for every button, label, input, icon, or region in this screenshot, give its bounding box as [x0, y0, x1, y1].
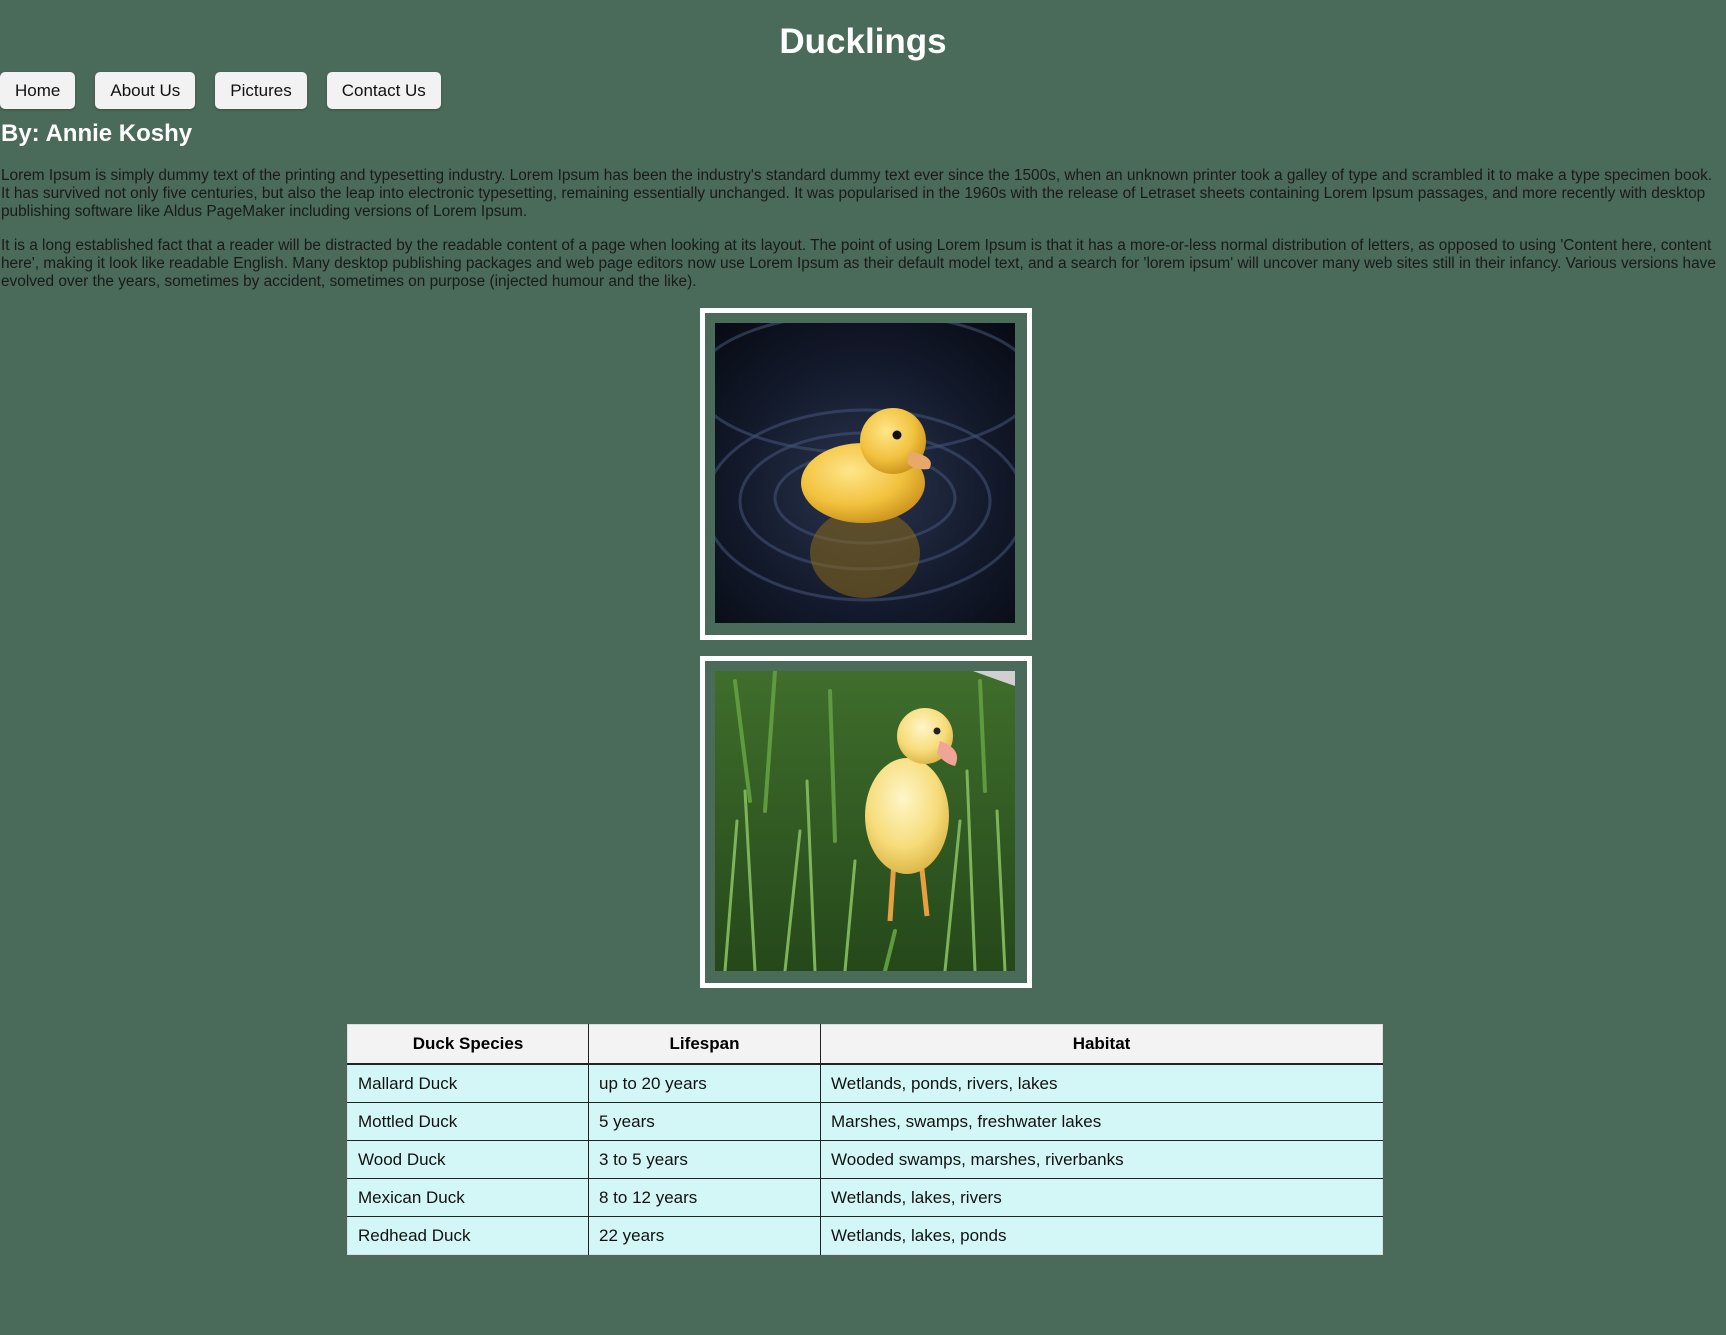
author-byline: By: Annie Koshy — [1, 120, 193, 147]
page-title: Ducklings — [779, 22, 947, 61]
swimming-duckling-image — [715, 323, 1015, 623]
cell-lifespan: 22 years — [588, 1216, 821, 1255]
cell-habitat: Wetlands, lakes, rivers — [820, 1178, 1383, 1217]
intro-paragraph: Lorem Ipsum is simply dummy text of the … — [1, 167, 1713, 221]
cell-lifespan: 8 to 12 years — [588, 1178, 821, 1217]
second-paragraph: It is a long established fact that a rea… — [1, 237, 1716, 291]
cell-species: Wood Duck — [347, 1140, 589, 1179]
header-habitat: Habitat — [820, 1024, 1383, 1065]
grass-duckling-photo — [715, 671, 1015, 971]
table-row: Mallard Duck up to 20 years Wetlands, po… — [347, 1064, 1383, 1103]
table-row: Mexican Duck 8 to 12 years Wetlands, lak… — [347, 1178, 1383, 1217]
swimming-duckling-photo — [715, 323, 1015, 623]
duck-species-table: Duck Species Lifespan Habitat Mallard Du… — [347, 1024, 1383, 1255]
cell-habitat: Wetlands, lakes, ponds — [820, 1216, 1383, 1255]
cell-species: Redhead Duck — [347, 1216, 589, 1255]
photo-frame-swimming-duckling — [700, 308, 1032, 640]
cell-habitat: Marshes, swamps, freshwater lakes — [820, 1102, 1383, 1141]
header-lifespan: Lifespan — [588, 1024, 821, 1065]
nav-home-button[interactable]: Home — [0, 72, 76, 109]
header-duck-species: Duck Species — [347, 1024, 589, 1065]
grass-duckling-image — [715, 671, 1015, 971]
table-row: Wood Duck 3 to 5 years Wooded swamps, ma… — [347, 1140, 1383, 1179]
photo-frame-grass-duckling — [700, 656, 1032, 988]
cell-habitat: Wooded swamps, marshes, riverbanks — [820, 1140, 1383, 1179]
table-row: Redhead Duck 22 years Wetlands, lakes, p… — [347, 1216, 1383, 1255]
cell-species: Mottled Duck — [347, 1102, 589, 1141]
cell-habitat: Wetlands, ponds, rivers, lakes — [820, 1064, 1383, 1103]
cell-species: Mallard Duck — [347, 1064, 589, 1103]
cell-species: Mexican Duck — [347, 1178, 589, 1217]
cell-lifespan: 5 years — [588, 1102, 821, 1141]
nav-contact-us-button[interactable]: Contact Us — [326, 72, 441, 109]
table-row: Mottled Duck 5 years Marshes, swamps, fr… — [347, 1102, 1383, 1141]
cell-lifespan: up to 20 years — [588, 1064, 821, 1103]
nav-pictures-button[interactable]: Pictures — [215, 72, 307, 109]
cell-lifespan: 3 to 5 years — [588, 1140, 821, 1179]
table-header-row: Duck Species Lifespan Habitat — [347, 1024, 1383, 1065]
main-nav: Home About Us Pictures Contact Us — [0, 72, 441, 109]
nav-about-us-button[interactable]: About Us — [95, 72, 196, 109]
